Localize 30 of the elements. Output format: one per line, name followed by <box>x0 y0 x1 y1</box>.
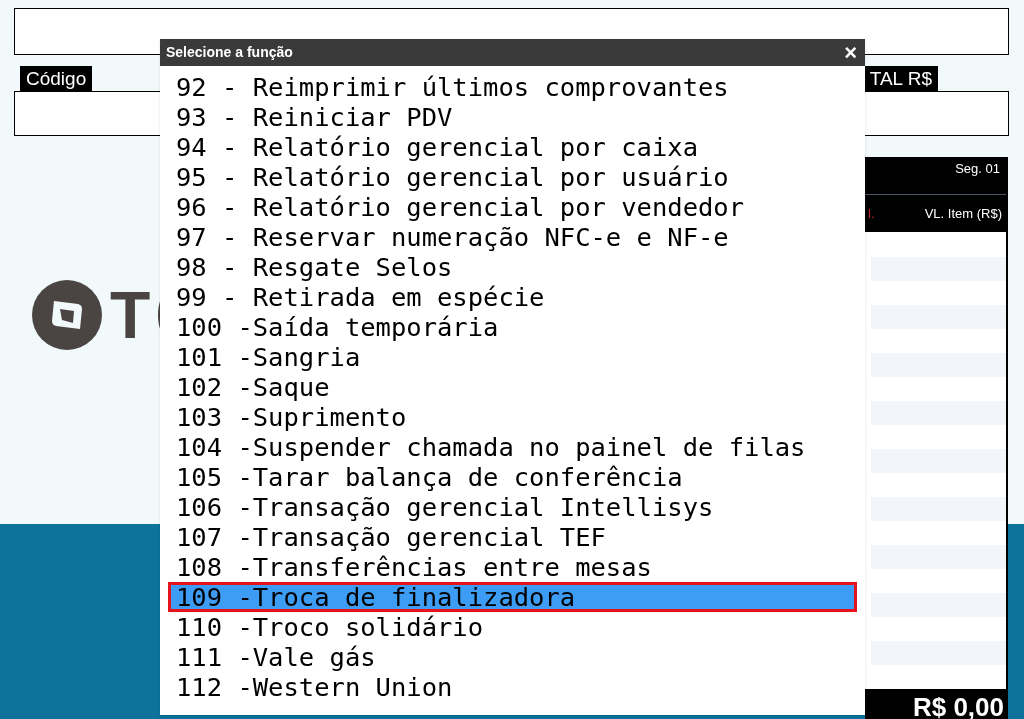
column-header: l. <box>868 204 875 223</box>
function-item[interactable]: 105 -Tarar balança de conferência <box>168 462 857 492</box>
function-item[interactable]: 93 - Reiniciar PDV <box>168 102 857 132</box>
function-item[interactable]: 96 - Relatório gerencial por vendedor <box>168 192 857 222</box>
function-item[interactable]: 97 - Reservar numeração NFC-e e NF-e <box>168 222 857 252</box>
function-item[interactable]: 92 - Reimprimir últimos comprovantes <box>168 72 857 102</box>
function-item[interactable]: 112 -Western Union <box>168 672 857 702</box>
close-button[interactable]: × <box>844 41 857 64</box>
column-header: VL. Item (R$) <box>924 204 1002 223</box>
function-item[interactable]: 100 -Saída temporária <box>168 312 857 342</box>
function-item[interactable]: 108 -Transferências entre mesas <box>168 552 857 582</box>
function-item[interactable]: 102 -Saque <box>168 372 857 402</box>
function-item[interactable]: 110 -Troco solidário <box>168 612 857 642</box>
function-item[interactable]: 99 - Retirada em espécie <box>168 282 857 312</box>
function-item[interactable]: 95 - Relatório gerencial por usuário <box>168 162 857 192</box>
total-amount: R$ 0,00 <box>912 690 1004 719</box>
field-label: TAL R$ <box>863 66 938 91</box>
function-item[interactable]: 94 - Relatório gerencial por caixa <box>168 132 857 162</box>
function-item[interactable]: 107 -Transação gerencial TEF <box>168 522 857 552</box>
function-item[interactable]: 98 - Resgate Selos <box>168 252 857 282</box>
function-item[interactable]: 104 -Suspender chamada no painel de filas <box>168 432 857 462</box>
function-item[interactable]: 106 -Transação gerencial Intellisys <box>168 492 857 522</box>
field-label: Código <box>20 66 93 91</box>
function-item[interactable]: 109 -Troca de finalizadora <box>168 582 857 612</box>
function-item[interactable]: 101 -Sangria <box>168 342 857 372</box>
logo-text: T <box>110 282 151 348</box>
function-item[interactable]: 111 -Vale gás <box>168 642 857 672</box>
function-item[interactable]: 103 -Suprimento <box>168 402 857 432</box>
logo-icon <box>32 279 102 351</box>
dialog-title: Selecione a função <box>166 43 293 62</box>
